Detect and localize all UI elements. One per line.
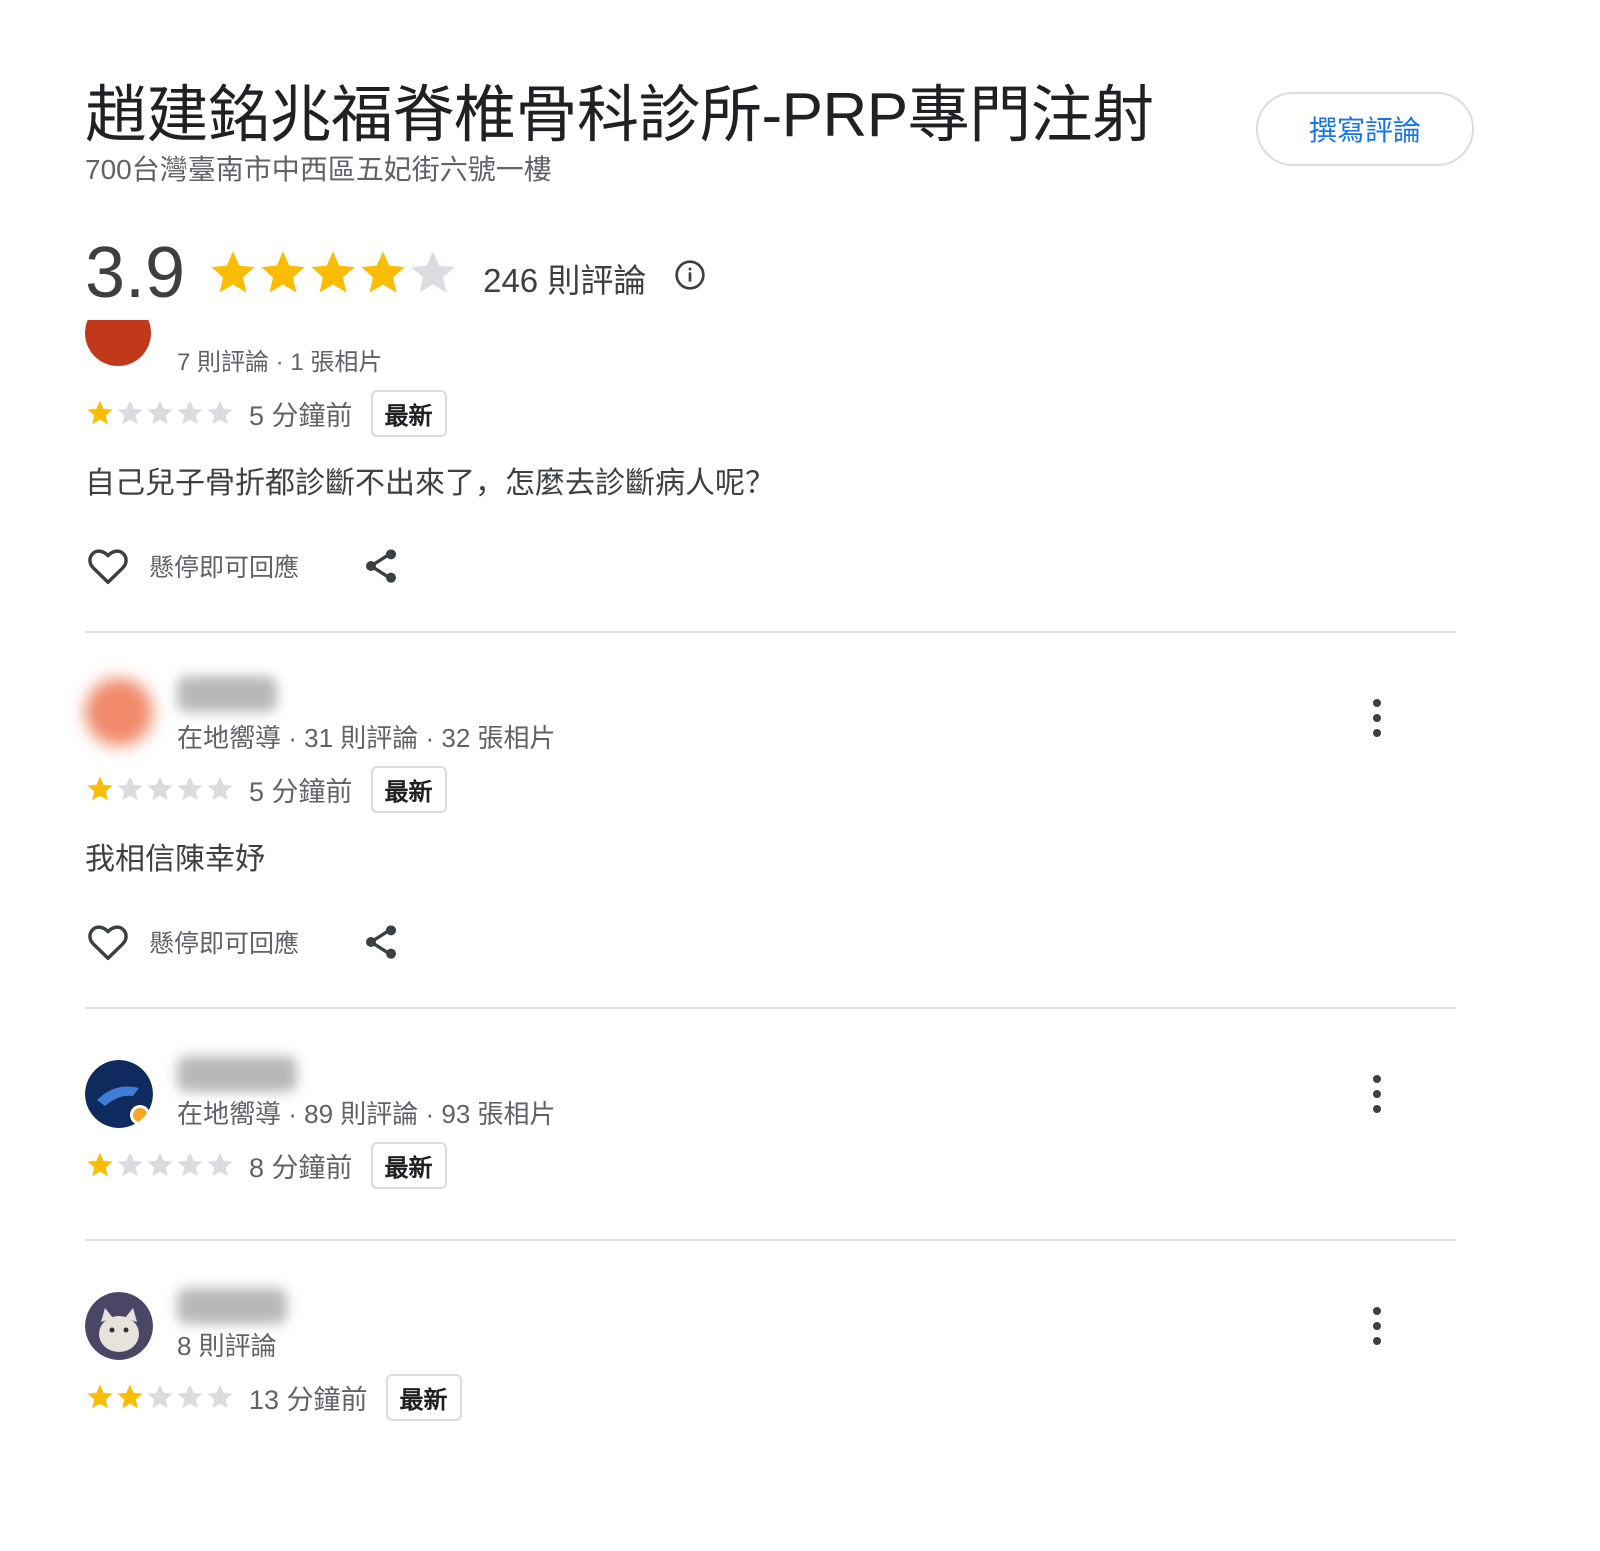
review-rating-row: 8 分鐘前 最新 [85,1141,447,1189]
review-time: 5 分鐘前 [249,400,353,431]
avatar[interactable] [85,1292,153,1360]
rating-value: 3.9 [85,233,186,313]
review-time: 5 分鐘前 [249,776,353,807]
star-filled-icon [87,400,113,425]
more-options-icon[interactable] [1365,696,1389,740]
heart-icon[interactable] [85,919,131,965]
reviewer-meta: 7 則評論 · 1 張相片 [177,349,383,375]
star-filled-icon [87,776,113,801]
reviewer-meta: 在地嚮導 · 89 則評論 · 93 張相片 [177,1099,556,1129]
reviewer-meta: 8 則評論 [177,1331,277,1361]
review-actions: 懸停即可回應 [85,918,401,966]
review-rating-row: 5 分鐘前 最新 [85,765,447,813]
review-stars [85,774,235,804]
star-empty-icon [177,1384,203,1409]
newest-badge: 最新 [370,765,447,813]
newest-badge: 最新 [385,1373,462,1421]
review-rating-row: 5 分鐘前 最新 [85,389,447,437]
star-filled-icon [361,251,405,293]
star-empty-icon [411,251,455,293]
newest-badge: 最新 [370,1141,447,1189]
star-filled-icon [311,251,355,293]
star-filled-icon [87,1384,113,1409]
review-actions: 懸停即可回應 [85,542,401,590]
review-count: 246 則評論 [483,262,647,299]
reviewer-name-blurred[interactable] [177,1056,297,1092]
star-filled-icon [117,1384,143,1409]
reviewer-meta: 在地嚮導 · 31 則評論 · 32 張相片 [177,723,556,753]
review-time: 13 分鐘前 [249,1384,368,1415]
review-text: 我相信陳幸妤 [85,843,265,876]
divider [85,1007,1455,1009]
star-empty-icon [207,400,233,425]
review-rating-row: 13 分鐘前 最新 [85,1373,462,1421]
info-icon[interactable] [674,255,706,291]
star-empty-icon [147,776,173,801]
review-time: 8 分鐘前 [249,1152,353,1183]
avatar[interactable] [85,678,153,746]
place-address: 700台灣臺南市中西區五妃街六號一樓 [85,154,552,185]
heart-icon[interactable] [85,543,131,589]
star-filled-icon [261,251,305,293]
star-empty-icon [117,1152,143,1177]
star-empty-icon [207,1152,233,1177]
more-options-icon[interactable] [1365,1304,1389,1348]
review-header-partial: 7 則評論 · 1 張相片 [85,320,685,375]
star-empty-icon [117,776,143,801]
star-empty-icon [207,776,233,801]
divider [85,631,1455,633]
share-icon[interactable] [361,922,401,962]
review-stars [85,398,235,428]
star-empty-icon [147,400,173,425]
rating-summary: 3.9 246 則評論 [85,228,706,318]
rating-stars [207,247,457,299]
reviewer-name-blurred[interactable] [177,676,277,712]
star-empty-icon [147,1384,173,1409]
newest-badge: 最新 [370,389,447,437]
review-stars [85,1382,235,1412]
review-stars [85,1150,235,1180]
avatar[interactable] [85,320,151,366]
star-empty-icon [177,400,203,425]
write-review-button[interactable]: 撰寫評論 [1256,92,1474,166]
hover-to-reply-text: 懸停即可回應 [149,554,300,582]
star-empty-icon [207,1384,233,1409]
place-title: 趙建銘兆福脊椎骨科診所-PRP專門注射 [85,81,1154,150]
star-filled-icon [211,251,255,293]
divider [85,1239,1455,1241]
more-options-icon[interactable] [1365,1072,1389,1116]
hover-to-reply-text: 懸停即可回應 [149,930,300,958]
share-icon[interactable] [361,546,401,586]
star-empty-icon [147,1152,173,1177]
star-empty-icon [177,776,203,801]
review-text: 自己兒子骨折都診斷不出來了，怎麼去診斷病人呢？ [85,467,775,500]
reviewer-name-blurred[interactable] [177,1288,287,1324]
avatar[interactable] [85,1060,153,1128]
star-empty-icon [177,1152,203,1177]
star-filled-icon [87,1152,113,1177]
star-empty-icon [117,400,143,425]
